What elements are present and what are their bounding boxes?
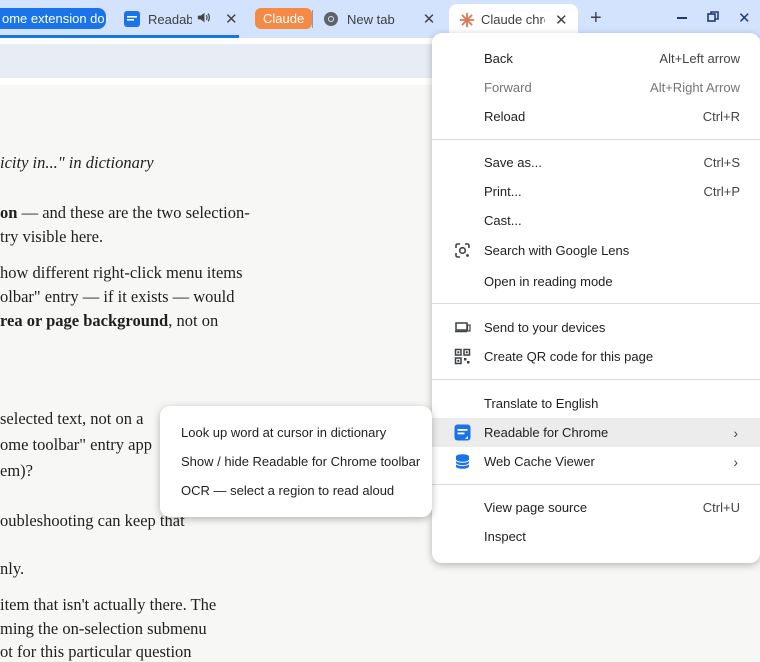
article-line: oubleshooting can keep that — [0, 511, 185, 530]
readable-extension-icon — [454, 424, 471, 441]
submenu-item-dictionary-lookup[interactable]: Look up word at cursor in dictionary — [181, 425, 386, 440]
minimize-button[interactable] — [677, 17, 687, 19]
close-tab-icon[interactable]: ✕ — [423, 12, 436, 27]
article-line: icity in..." in dictionary — [0, 153, 154, 172]
menu-item-reload[interactable]: Reload Ctrl+R — [432, 102, 760, 131]
menu-item-view-source[interactable]: View page source Ctrl+U — [432, 493, 760, 522]
menu-separator — [432, 484, 760, 485]
submenu-item-toggle-toolbar[interactable]: Show / hide Readable for Chrome toolbar — [181, 454, 420, 469]
menu-item-qr-code[interactable]: Create QR code for this page — [432, 342, 760, 371]
new-tab-button[interactable]: + — [590, 7, 602, 30]
tab-new-tab[interactable]: New tab ✕ — [323, 5, 438, 33]
article-line: ome toolbar" entry app — [0, 435, 152, 454]
menu-item-save-as[interactable]: Save as... Ctrl+S — [432, 148, 760, 177]
menu-item-translate[interactable]: Translate to English — [432, 389, 760, 418]
article-line: item that isn't actually there. The — [0, 595, 217, 614]
tab-title: Readabl — [148, 11, 192, 27]
context-menu: Back Alt+Left arrow Forward Alt+Right Ar… — [432, 33, 760, 563]
article-line: how different right-click menu items — [0, 263, 243, 282]
restore-button[interactable] — [707, 10, 719, 22]
tab-extension-docs[interactable]: ome extension do — [0, 8, 106, 29]
google-lens-icon — [454, 242, 471, 259]
menu-item-google-lens[interactable]: Search with Google Lens — [432, 236, 760, 265]
submenu-item-ocr[interactable]: OCR — select a region to read aloud — [181, 483, 394, 498]
chrome-icon — [323, 11, 339, 27]
tab-title: New tab — [347, 11, 395, 27]
menu-item-reading-mode[interactable]: Open in reading mode — [432, 267, 760, 296]
menu-item-web-cache-viewer[interactable]: Web Cache Viewer › — [432, 447, 760, 476]
claude-logo-icon — [459, 12, 475, 28]
chevron-right-icon: › — [733, 424, 738, 441]
speaker-icon[interactable] — [196, 10, 211, 28]
tab-readable[interactable]: Readabl ✕ — [124, 5, 239, 33]
readable-submenu: Look up word at cursor in dictionary Sho… — [160, 406, 432, 517]
menu-separator — [432, 379, 760, 380]
close-window-button[interactable]: ✕ — [738, 9, 751, 27]
menu-item-send-to-devices[interactable]: Send to your devices — [432, 313, 760, 342]
devices-icon — [454, 319, 471, 336]
tab-title: Claude chro — [481, 12, 545, 27]
menu-item-forward[interactable]: Forward Alt+Right Arrow — [432, 73, 760, 102]
article-line: ming the on-selection submenu — [0, 619, 207, 638]
article-line: on — and these are the two selection- — [0, 203, 250, 222]
menu-item-readable-for-chrome[interactable]: Readable for Chrome › — [432, 418, 760, 447]
article-line: try visible here. — [0, 227, 104, 246]
tab-title: ome extension do — [2, 11, 105, 26]
close-tab-icon[interactable]: ✕ — [225, 12, 238, 27]
menu-item-print[interactable]: Print... Ctrl+P — [432, 177, 760, 206]
menu-separator — [432, 139, 760, 140]
qr-code-icon — [454, 348, 471, 365]
menu-item-back[interactable]: Back Alt+Left arrow — [432, 44, 760, 73]
article-line: olbar" entry — if it exists — would — [0, 287, 235, 306]
article-line: nly. — [0, 559, 25, 578]
article-line: selected text, not on a — [0, 409, 144, 428]
chevron-right-icon: › — [733, 453, 738, 470]
article-line: ot for this particular question — [0, 642, 192, 661]
article-line: em)? — [0, 461, 33, 480]
address-bar[interactable] — [0, 44, 460, 78]
tab-separator — [312, 10, 313, 28]
menu-separator — [432, 303, 760, 304]
database-icon — [454, 453, 471, 470]
close-tab-icon[interactable]: ✕ — [555, 13, 568, 28]
readable-favicon-icon — [124, 11, 140, 27]
menu-item-cast[interactable]: Cast... — [432, 206, 760, 235]
menu-item-inspect[interactable]: Inspect — [432, 522, 760, 551]
tab-group-claude[interactable]: Claude — [255, 8, 313, 29]
article-line: rea or page background, not on — [0, 311, 219, 330]
